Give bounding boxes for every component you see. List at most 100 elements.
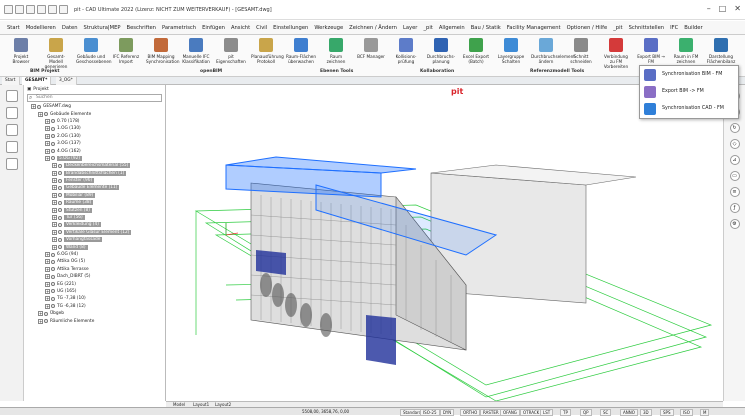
orbit-icon[interactable]: ↻ xyxy=(729,123,740,133)
tree-node[interactable]: +3.OG (137) xyxy=(24,140,165,147)
expand-icon[interactable]: + xyxy=(45,141,50,147)
visibility-icon[interactable] xyxy=(58,193,62,198)
expand-icon[interactable]: + xyxy=(45,118,50,124)
expand-icon[interactable]: + xyxy=(52,200,57,206)
ribbon-button-13[interactable]: Excel Export (Batch) xyxy=(461,38,491,64)
expand-icon[interactable]: + xyxy=(52,170,57,176)
tree-node[interactable]: + Verkleidung (4) xyxy=(24,221,165,228)
menu-item-sync-bim-fm[interactable]: Synchronisation BIM - FM xyxy=(640,66,738,83)
view-icon[interactable]: ◇ xyxy=(729,139,740,149)
ribbon-tab-optionen-hilfe[interactable]: Optionen / Hilfe xyxy=(564,23,611,33)
ribbon-tab-facility-management[interactable]: Facility Management xyxy=(504,23,564,33)
tree-node[interactable]: +4.OG (162) xyxy=(24,147,165,154)
function-icon[interactable]: ƒ xyxy=(729,203,740,213)
ribbon-button-3[interactable]: IFC Referenz Import xyxy=(111,38,141,64)
tree-node[interactable]: + GESAMT.dwg xyxy=(24,103,165,110)
menu-item-sync-cad-fm[interactable]: Synchronisation CAD - FM xyxy=(640,100,738,117)
tree-node[interactable]: + Gebäude Elemente xyxy=(24,110,165,117)
tree-node[interactable]: + TG -7,38 (10) xyxy=(24,295,165,302)
open-icon[interactable] xyxy=(26,5,35,14)
expand-icon[interactable]: + xyxy=(52,237,57,243)
undo-icon[interactable] xyxy=(48,5,57,14)
visibility-icon[interactable] xyxy=(51,289,55,294)
ribbon-button-19[interactable]: Raum in FM zeichnen xyxy=(671,38,701,64)
ribbon-button-11[interactable]: Kollisions-prüfung xyxy=(391,38,421,64)
filter-icon[interactable] xyxy=(5,158,18,170)
visibility-icon[interactable] xyxy=(51,304,55,309)
ribbon-tab-bau-statik[interactable]: Bau / Statik xyxy=(468,23,504,33)
tree-node[interactable]: + Wand (8) xyxy=(24,243,165,250)
ribbon-tab-daten[interactable]: Daten xyxy=(59,23,81,33)
ribbon-button-18[interactable]: Export BIM → FM xyxy=(636,38,666,64)
expand-icon[interactable]: + xyxy=(52,229,57,235)
expand-icon[interactable]: + xyxy=(38,318,43,324)
expand-icon[interactable]: + xyxy=(45,288,50,294)
tree-node[interactable]: + Attika OG (5) xyxy=(24,258,165,265)
expand-icon[interactable]: + xyxy=(45,281,50,287)
expand-icon[interactable]: + xyxy=(52,207,57,213)
tree-node[interactable]: +0.70 (178) xyxy=(24,118,165,125)
doc-tab-3og[interactable]: 3_OG* xyxy=(56,77,77,85)
save-icon[interactable] xyxy=(37,5,46,14)
ribbon-button-12[interactable]: Durchbruchs-planung xyxy=(426,38,456,64)
visibility-icon[interactable] xyxy=(58,163,62,168)
tree-node[interactable]: + Stützen (8) xyxy=(24,206,165,213)
visibility-icon[interactable] xyxy=(58,208,62,213)
new-icon[interactable] xyxy=(15,5,24,14)
expand-icon[interactable]: + xyxy=(45,133,50,139)
redo-icon[interactable] xyxy=(59,5,68,14)
ribbon-tab-werkzeuge[interactable]: Werkzeuge xyxy=(311,23,346,33)
visibility-icon[interactable] xyxy=(58,245,62,250)
visibility-icon[interactable] xyxy=(51,156,55,161)
expand-icon[interactable]: + xyxy=(38,311,43,317)
expand-icon[interactable]: + xyxy=(45,126,50,132)
visibility-icon[interactable] xyxy=(51,259,55,264)
tree-node[interactable]: + Vertikale Glasur Element (12) xyxy=(24,229,165,236)
ribbon-tab-civil[interactable]: Civil xyxy=(253,23,270,33)
tree-icon[interactable] xyxy=(5,141,18,153)
ribbon-button-9[interactable]: Raum zeichnen xyxy=(321,38,351,64)
tree-node[interactable]: + Brandabschnittsflächen (1) xyxy=(24,170,165,177)
expand-icon[interactable]: + xyxy=(45,155,50,161)
home-icon[interactable] xyxy=(5,90,18,102)
tree-node[interactable]: + Dach_DIBRT (5) xyxy=(24,273,165,280)
ribbon-button-2[interactable]: Gebäude und Geschossebenen xyxy=(76,38,112,64)
ribbon-button-14[interactable]: Layergruppe Schalten xyxy=(496,38,526,64)
visibility-icon[interactable] xyxy=(44,112,48,117)
ribbon-tab-einstellungen[interactable]: Einstellungen xyxy=(270,23,311,33)
visibility-icon[interactable] xyxy=(58,230,62,235)
ribbon-tab-builder[interactable]: Builder xyxy=(681,23,705,33)
ribbon-button-5[interactable]: Manuelle IFC Klassifikation xyxy=(181,38,211,64)
visibility-icon[interactable] xyxy=(51,274,55,279)
tree-node[interactable]: + Vorhangfassade xyxy=(24,236,165,243)
ribbon-tab-einf-gen[interactable]: Einfügen xyxy=(199,23,228,33)
maximize-icon[interactable]: □ xyxy=(719,4,727,13)
ribbon-button-15[interactable]: Durchbruchselement ändern xyxy=(531,38,575,64)
tree-node[interactable]: + EG (221) xyxy=(24,280,165,287)
expand-icon[interactable]: + xyxy=(52,244,57,250)
ribbon-tab-schnittstellen[interactable]: Schnittstellen xyxy=(626,23,668,33)
expand-icon[interactable]: + xyxy=(52,215,57,221)
expand-icon[interactable]: + xyxy=(45,259,50,265)
ribbon-button-6[interactable]: pit Eigenschaften xyxy=(216,38,246,64)
expand-icon[interactable]: + xyxy=(52,222,57,228)
tree-node[interactable]: + Übgeb xyxy=(24,310,165,317)
ribbon-tab-ifc[interactable]: IFC xyxy=(667,23,681,33)
visibility-icon[interactable] xyxy=(51,296,55,301)
expand-icon[interactable]: + xyxy=(45,266,50,272)
visibility-icon[interactable] xyxy=(51,267,55,272)
doc-tab-start[interactable]: Start xyxy=(2,77,20,85)
tree-node[interactable]: + Gebäude Elemente (11) xyxy=(24,184,165,191)
visibility-icon[interactable] xyxy=(58,178,62,183)
minimize-icon[interactable]: – xyxy=(707,4,711,13)
tree-node[interactable]: + UG (165) xyxy=(24,288,165,295)
ribbon-tab-layer[interactable]: Layer xyxy=(400,23,420,33)
measure-icon[interactable]: ⊿ xyxy=(729,155,740,165)
app-icon[interactable] xyxy=(4,5,13,14)
ribbon-button-17[interactable]: Verbindung zu FM Vorbereiten xyxy=(601,38,631,69)
visibility-icon[interactable] xyxy=(37,104,41,109)
expand-icon[interactable]: + xyxy=(52,163,57,169)
tree-search-input[interactable]: Suchen xyxy=(27,94,162,102)
tree-node[interactable]: +5.OG (92) xyxy=(24,155,165,162)
tree-node[interactable]: + TG -6,38 (12) xyxy=(24,303,165,310)
